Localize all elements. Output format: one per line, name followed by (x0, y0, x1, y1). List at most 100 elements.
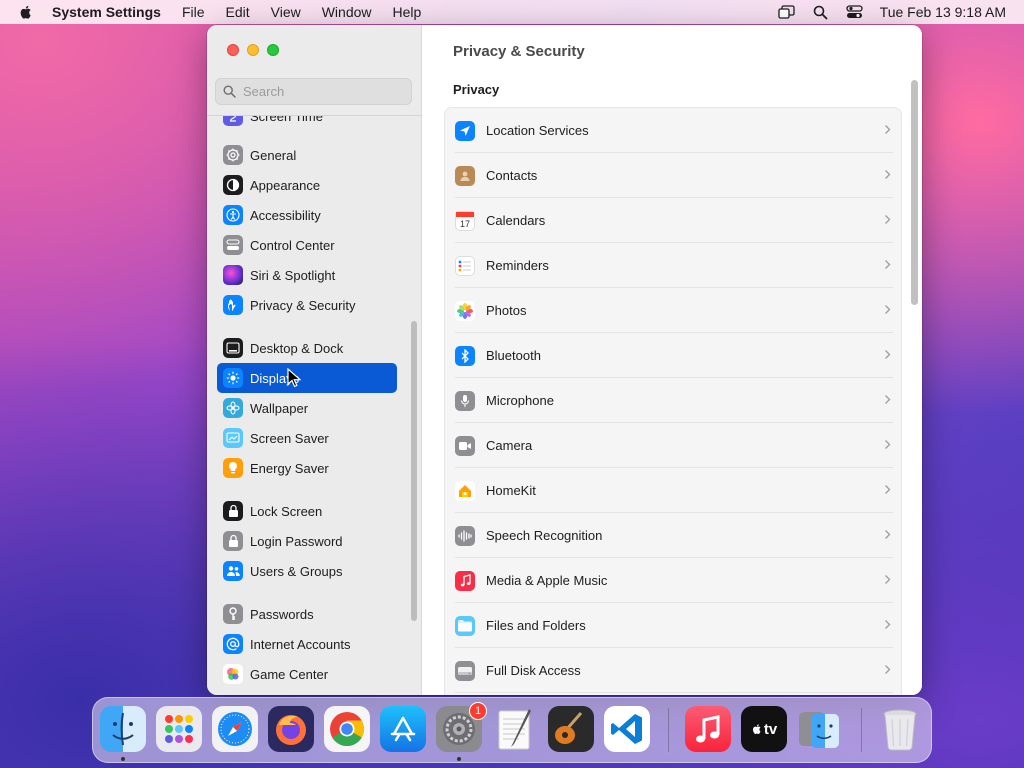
sidebar-item-label: Game Center (250, 666, 329, 682)
row-label: Calendars (486, 213, 546, 228)
close-window-button[interactable] (227, 44, 239, 56)
sidebar-item-appearance[interactable]: Appearance (217, 170, 397, 200)
bulb-icon (223, 458, 243, 478)
row-contacts[interactable]: Contacts (445, 153, 901, 198)
sidebar-item-login-password[interactable]: Login Password (217, 526, 397, 556)
dock-apple-tv[interactable]: tv (741, 706, 787, 752)
dock-vscode[interactable] (604, 706, 650, 752)
sidebar-item-siri-spotlight[interactable]: Siri & Spotlight (217, 260, 397, 290)
migration-assistant-icon (799, 712, 839, 748)
row-reminders[interactable]: Reminders (445, 243, 901, 288)
row-label: HomeKit (486, 483, 536, 498)
sidebar-item-label: Passwords (250, 606, 314, 622)
control-center-icon[interactable] (846, 4, 864, 20)
row-media-apple-music[interactable]: Media & Apple Music (445, 558, 901, 603)
sidebar-item-users-groups[interactable]: Users & Groups (217, 556, 397, 586)
row-location-services[interactable]: Location Services (445, 108, 901, 153)
sidebar-item-screen-saver[interactable]: Screen Saver (217, 423, 397, 453)
dock-firefox[interactable] (268, 706, 314, 752)
dock-music[interactable] (685, 706, 731, 752)
main-pane: Privacy & Security Privacy Location Serv… (423, 25, 922, 695)
menu-bar-clock[interactable]: Tue Feb 13 9:18 AM (880, 4, 1006, 20)
displays-icon (223, 368, 243, 388)
dock-icon (223, 338, 243, 358)
sidebar-item-label: Desktop & Dock (250, 340, 344, 356)
row-files-folders[interactable]: Files and Folders (445, 603, 901, 648)
reminders-icon (455, 255, 475, 276)
chevron-right-icon (885, 665, 891, 674)
sidebar-item-accessibility[interactable]: Accessibility (217, 200, 397, 230)
chevron-right-icon (885, 440, 891, 449)
dock-migration-assistant[interactable] (797, 706, 843, 752)
dock-launchpad[interactable] (156, 706, 202, 752)
notification-badge: 1 (469, 702, 487, 720)
sidebar-scrollbar[interactable] (411, 321, 417, 621)
trash-icon (883, 709, 917, 751)
dock-garageband[interactable] (548, 706, 594, 752)
sidebar-item-control-center[interactable]: Control Center (217, 230, 397, 260)
dock-chrome[interactable] (324, 706, 370, 752)
screen-mirroring-icon[interactable] (778, 4, 796, 20)
music-icon (696, 715, 720, 743)
firefox-icon (276, 715, 306, 745)
accessibility-icon (223, 205, 243, 225)
siri-icon (223, 265, 243, 285)
dock-textedit[interactable] (492, 706, 538, 752)
launchpad-icon (165, 715, 193, 743)
row-label: Reminders (486, 258, 549, 273)
chevron-right-icon (885, 125, 891, 134)
row-speech-recognition[interactable]: Speech Recognition (445, 513, 901, 558)
main-scrollbar[interactable] (911, 80, 918, 305)
sidebar-item-energy-saver[interactable]: Energy Saver (217, 453, 397, 483)
photos-icon (455, 300, 475, 321)
sidebar-item-wallpaper[interactable]: Wallpaper (217, 393, 397, 423)
svg-text:17: 17 (460, 219, 470, 229)
minimize-window-button[interactable] (247, 44, 259, 56)
row-calendars[interactable]: 17 Calendars (445, 198, 901, 243)
sidebar-item-passwords[interactable]: Passwords (217, 599, 397, 629)
sidebar-item-game-center[interactable]: Game Center (217, 659, 397, 689)
dock-trash[interactable] (877, 706, 923, 752)
sidebar-item-label: Users & Groups (250, 563, 343, 579)
menu-window[interactable]: Window (322, 4, 372, 20)
row-label: Media & Apple Music (486, 573, 608, 588)
menu-help[interactable]: Help (393, 4, 422, 20)
sidebar-item-internet-accounts[interactable]: Internet Accounts (217, 629, 397, 659)
row-camera[interactable]: Camera (445, 423, 901, 468)
row-microphone[interactable]: Microphone (445, 378, 901, 423)
apple-menu-icon[interactable] (18, 4, 34, 20)
appearance-icon (223, 175, 243, 195)
search-field[interactable] (215, 78, 412, 105)
dock-safari[interactable] (212, 706, 258, 752)
row-homekit[interactable]: HomeKit (445, 468, 901, 513)
search-input[interactable] (243, 84, 403, 99)
chevron-right-icon (885, 395, 891, 404)
dock-app-store[interactable] (380, 706, 426, 752)
app-name-menu[interactable]: System Settings (52, 4, 161, 20)
sidebar-item-displays[interactable]: Displays (217, 363, 397, 393)
sidebar-item-screen-time[interactable]: Screen Time (217, 115, 397, 131)
row-full-disk-access[interactable]: Full Disk Access (445, 648, 901, 693)
row-bluetooth[interactable]: Bluetooth (445, 333, 901, 378)
chevron-right-icon (885, 530, 891, 539)
menu-edit[interactable]: Edit (226, 4, 250, 20)
row-label: Location Services (486, 123, 589, 138)
dock-finder[interactable] (100, 706, 146, 752)
sidebar-item-lock-screen[interactable]: Lock Screen (217, 496, 397, 526)
spotlight-search-icon[interactable] (812, 4, 830, 20)
row-label: Bluetooth (486, 348, 541, 363)
sidebar-item-desktop-dock[interactable]: Desktop & Dock (217, 333, 397, 363)
sidebar-item-label: Siri & Spotlight (250, 267, 336, 283)
dock-separator (861, 708, 862, 752)
chevron-right-icon (885, 575, 891, 584)
page-title: Privacy & Security (453, 43, 585, 60)
sidebar-item-privacy-security[interactable]: Privacy & Security (217, 290, 397, 320)
sidebar-item-general[interactable]: General (217, 140, 397, 170)
location-icon (455, 120, 475, 141)
menu-file[interactable]: File (182, 4, 205, 20)
microphone-icon (455, 390, 475, 411)
row-separator (455, 692, 893, 693)
menu-view[interactable]: View (271, 4, 301, 20)
row-photos[interactable]: Photos (445, 288, 901, 333)
zoom-window-button[interactable] (267, 44, 279, 56)
